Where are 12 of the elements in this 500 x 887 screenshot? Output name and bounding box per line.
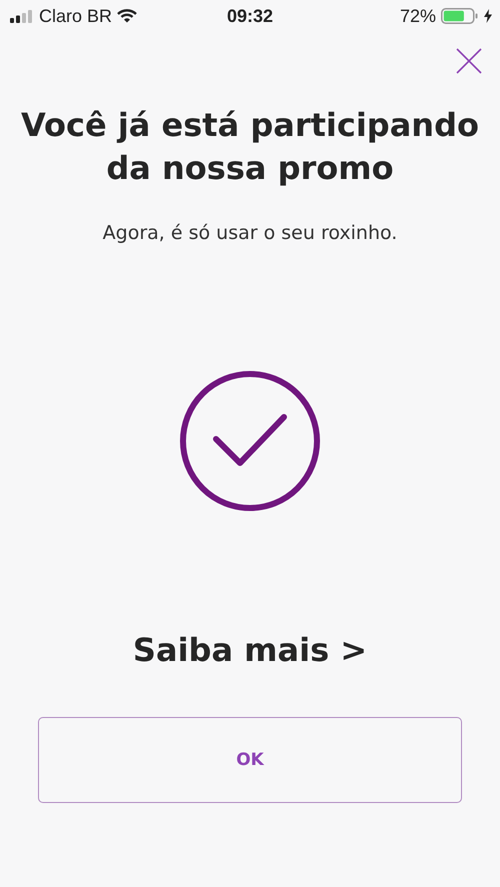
signal-icon: [10, 10, 34, 22]
page-title: Você já está participando da nossa promo: [20, 105, 480, 189]
wifi-icon: [117, 9, 138, 23]
battery-icon: [441, 8, 479, 24]
ok-button[interactable]: OK: [38, 717, 462, 803]
subtitle: Agora, é só usar o seu roxinho.: [102, 222, 398, 244]
clock-time: 09:32: [226, 6, 274, 26]
close-button[interactable]: [456, 48, 482, 74]
carrier-name: Claro BR: [39, 6, 112, 26]
saiba-mais-link[interactable]: Saiba mais >: [132, 631, 368, 669]
battery-percentage: 72%: [400, 6, 436, 26]
check-circle-icon: [178, 369, 322, 513]
